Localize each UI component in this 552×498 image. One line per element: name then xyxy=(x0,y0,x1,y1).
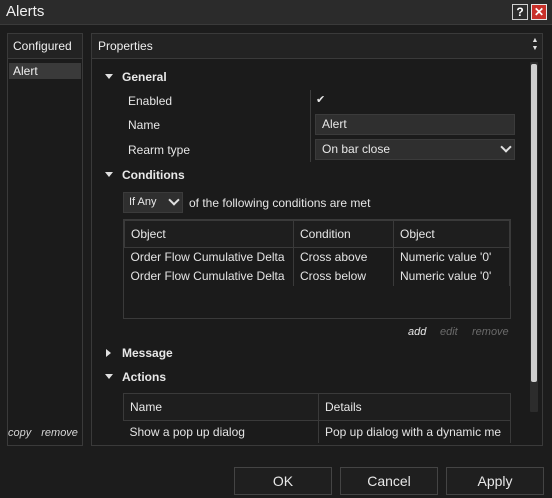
section-general[interactable]: General xyxy=(122,70,167,84)
rearm-type-label: Rearm type xyxy=(128,143,191,157)
section-actions[interactable]: Actions xyxy=(122,370,166,384)
table-row[interactable]: Order Flow Cumulative Delta Cross below … xyxy=(124,266,510,286)
scroll-down-icon[interactable]: ▼ xyxy=(531,45,539,53)
remove-condition-link[interactable]: remove xyxy=(472,326,509,338)
name-field[interactable]: Alert xyxy=(315,114,515,135)
properties-header: Properties xyxy=(92,34,542,59)
table-cell: Cross below xyxy=(293,266,394,286)
table-cell: Numeric value '0' xyxy=(393,266,510,286)
column-header-object-2[interactable]: Object xyxy=(393,220,510,248)
help-icon: ? xyxy=(516,5,524,19)
table-cell: Order Flow Cumulative Delta xyxy=(124,266,294,286)
table-cell: Numeric value '0' xyxy=(393,247,510,267)
conditions-table-frame: Object Condition Object Order Flow Cumul… xyxy=(123,219,511,319)
enabled-label: Enabled xyxy=(128,94,173,108)
scroll-up-icon[interactable]: ▲ xyxy=(531,37,539,45)
scrollbar-thumb[interactable] xyxy=(531,64,537,382)
configured-actions: copy remove xyxy=(8,427,82,439)
table-cell: Order Flow Cumulative Delta xyxy=(124,247,294,267)
close-icon: ✕ xyxy=(533,5,545,19)
column-header-condition[interactable]: Condition xyxy=(293,220,394,248)
collapse-general-icon[interactable] xyxy=(105,74,113,79)
ok-button[interactable]: OK xyxy=(234,467,332,495)
column-header-name[interactable]: Name xyxy=(123,393,319,421)
rearm-type-select[interactable]: On bar close xyxy=(315,139,515,160)
configured-item-alert[interactable]: Alert xyxy=(9,63,81,79)
table-cell: Pop up dialog with a dynamic me xyxy=(318,420,511,443)
actions-table: Name Details Show a pop up dialog Pop up… xyxy=(123,393,511,443)
table-row[interactable]: Show a pop up dialog Pop up dialog with … xyxy=(123,420,511,443)
collapse-conditions-icon[interactable] xyxy=(105,172,113,177)
name-label: Name xyxy=(128,118,161,132)
close-button[interactable]: ✕ xyxy=(531,4,547,20)
table-cell: Show a pop up dialog xyxy=(123,420,319,443)
conditions-table: Object Condition Object Order Flow Cumul… xyxy=(124,220,510,286)
title-bar: Alerts ? ✕ xyxy=(0,0,552,25)
column-header-details[interactable]: Details xyxy=(318,393,511,421)
copy-link[interactable]: copy xyxy=(8,427,31,439)
properties-scrollbar[interactable] xyxy=(530,62,538,412)
section-message[interactable]: Message xyxy=(122,346,173,360)
column-header-object[interactable]: Object xyxy=(124,220,294,248)
chevron-down-icon xyxy=(168,194,180,206)
section-conditions[interactable]: Conditions xyxy=(122,168,185,182)
apply-button[interactable]: Apply xyxy=(446,467,544,495)
collapse-actions-icon[interactable] xyxy=(105,374,113,379)
cancel-button[interactable]: Cancel xyxy=(340,467,438,495)
table-row[interactable]: Order Flow Cumulative Delta Cross above … xyxy=(124,247,510,267)
help-button[interactable]: ? xyxy=(512,4,528,20)
configured-panel: Configured Alert copy remove xyxy=(7,33,83,446)
header-scroll-arrows[interactable]: ▲ ▼ xyxy=(531,37,539,53)
property-grid-divider xyxy=(310,90,311,162)
configured-header: Configured xyxy=(8,34,82,59)
edit-link[interactable]: edit xyxy=(440,326,458,338)
condition-mode-select[interactable]: If Any xyxy=(123,192,183,213)
enabled-checkbox[interactable]: ✔ xyxy=(316,93,325,106)
remove-link[interactable]: remove xyxy=(41,427,78,439)
condition-mode-value: If Any xyxy=(129,196,157,208)
rearm-type-value: On bar close xyxy=(322,142,391,156)
window-title: Alerts xyxy=(6,3,45,20)
condition-mode-suffix: of the following conditions are met xyxy=(189,196,371,210)
table-cell: Cross above xyxy=(293,247,394,267)
chevron-down-icon xyxy=(500,141,512,153)
expand-message-icon[interactable] xyxy=(106,349,111,357)
add-link[interactable]: add xyxy=(408,326,426,338)
